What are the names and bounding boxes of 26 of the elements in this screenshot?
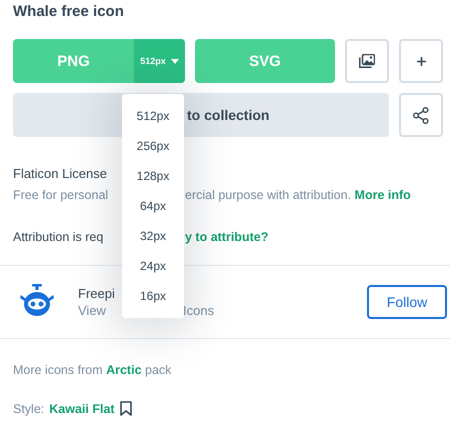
share-icon bbox=[413, 106, 429, 124]
bookmark-icon[interactable] bbox=[120, 401, 132, 416]
share-button[interactable] bbox=[399, 93, 443, 137]
license-text: Free for personal bbox=[13, 187, 110, 203]
style-label: Style: bbox=[13, 402, 44, 416]
license-title: Flaticon License bbox=[13, 166, 107, 182]
images-icon bbox=[359, 54, 375, 68]
icon-title: Whale free icon bbox=[12, 2, 125, 22]
size-option[interactable]: 16px bbox=[122, 281, 184, 311]
size-option[interactable]: 64px bbox=[122, 191, 184, 221]
size-option[interactable]: 32px bbox=[122, 221, 184, 251]
png-label: PNG bbox=[56, 52, 91, 72]
attribution-text: Attribution is req bbox=[13, 229, 104, 245]
size-option[interactable]: 128px bbox=[122, 161, 184, 191]
caret-icon bbox=[170, 58, 179, 64]
pack-text: More icons from bbox=[13, 363, 103, 377]
plus-icon bbox=[416, 56, 426, 66]
follow-button[interactable]: Follow bbox=[367, 285, 447, 319]
icon-count: View bbox=[78, 303, 107, 318]
pack-text: pack bbox=[145, 363, 172, 377]
icon-count: Icons bbox=[183, 303, 216, 318]
size-option[interactable]: 512px bbox=[122, 101, 184, 131]
license-text: ercial purpose with attribution. bbox=[185, 188, 352, 202]
author-name[interactable]: Freepi bbox=[78, 286, 122, 301]
image-button[interactable] bbox=[345, 39, 389, 83]
size-option[interactable]: 24px bbox=[122, 251, 184, 281]
